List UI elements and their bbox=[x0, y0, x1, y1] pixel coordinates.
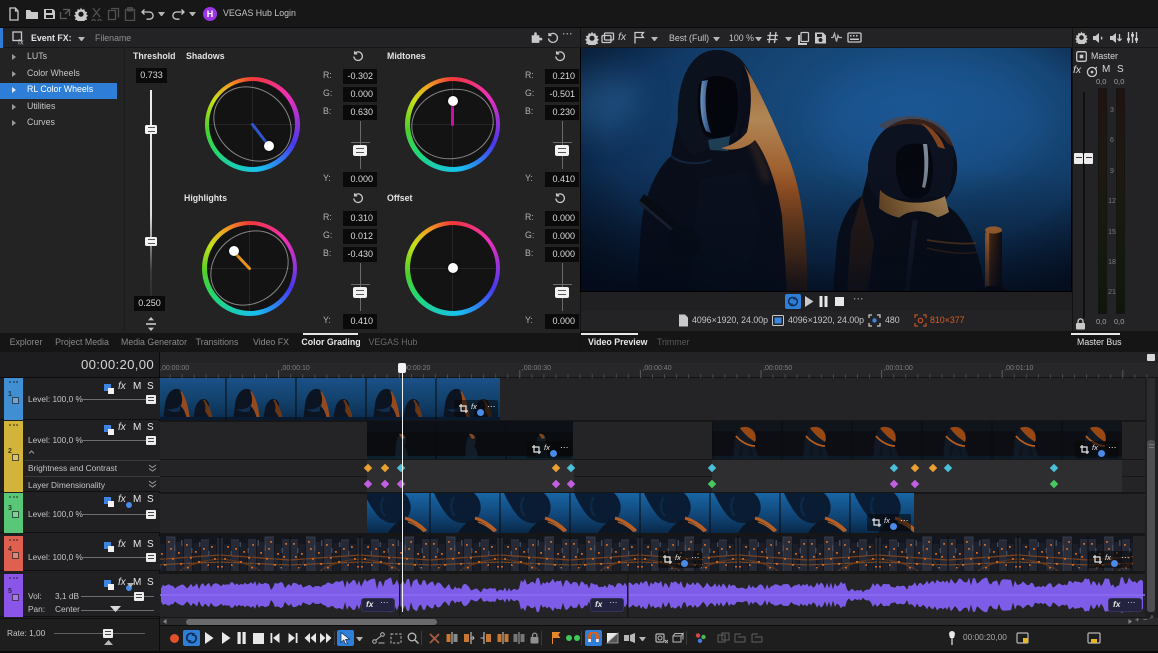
svg-text:fx: fx bbox=[18, 40, 24, 46]
